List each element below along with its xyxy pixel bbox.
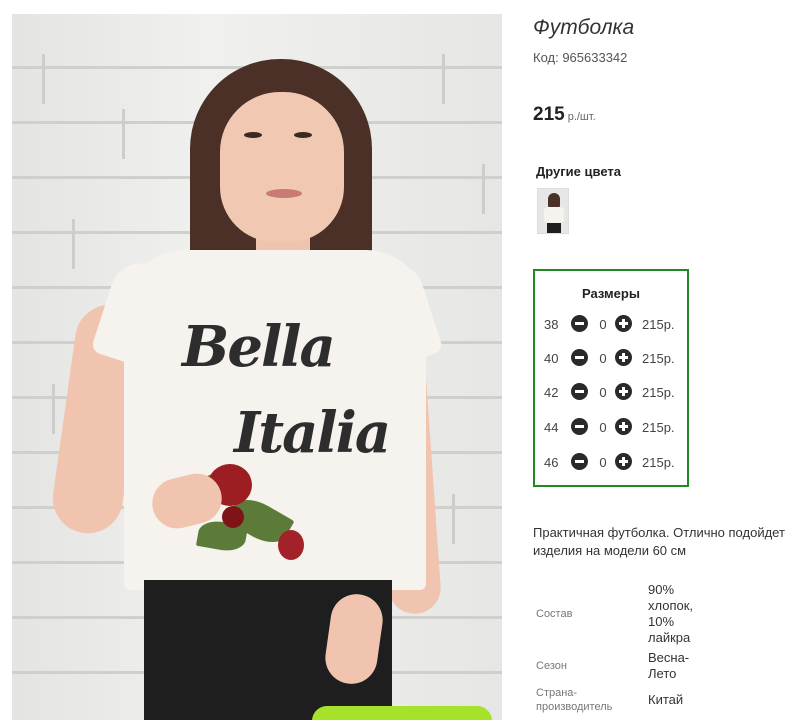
plus-circle-icon[interactable]: [615, 418, 632, 435]
minus-circle-icon[interactable]: [571, 315, 588, 332]
size-row: 42 0 215р.: [535, 382, 687, 402]
plus-circle-icon[interactable]: [615, 349, 632, 366]
quantity-value[interactable]: 0: [598, 385, 608, 400]
brick-seam: [52, 384, 55, 434]
brick-seam: [122, 109, 125, 159]
price-value: 215: [533, 104, 565, 125]
product-description: Практичная футболка. Отлично подойдет из…: [533, 524, 807, 560]
brick-seam: [442, 54, 445, 104]
size-label: 38: [544, 317, 559, 332]
size-label: 40: [544, 351, 559, 366]
description-line: Практичная футболка. Отлично подойдет: [533, 525, 785, 540]
plus-circle-icon[interactable]: [615, 383, 632, 400]
model-eye: [294, 132, 312, 138]
quantity-value[interactable]: 0: [598, 317, 608, 332]
size-label: 46: [544, 455, 559, 470]
spec-value-season: Весна-Лето: [648, 650, 690, 681]
sizes-title: Размеры: [582, 286, 640, 301]
shirt-print-text: Italia: [234, 400, 391, 466]
size-price: 215р.: [642, 455, 675, 470]
color-variant-thumbnail[interactable]: [537, 188, 569, 234]
size-price: 215р.: [642, 351, 675, 366]
plus-circle-icon[interactable]: [615, 315, 632, 332]
description-line: изделия на модели 60 см: [533, 543, 687, 558]
brick-seam: [452, 494, 455, 544]
quantity-value[interactable]: 0: [598, 351, 608, 366]
print-rose: [222, 506, 244, 528]
product-photo[interactable]: Bella Italia: [12, 14, 502, 720]
spec-label-season: Сезон: [536, 660, 567, 672]
minus-circle-icon[interactable]: [571, 418, 588, 435]
product-title: Футболка: [533, 16, 635, 39]
spec-label-composition: Состав: [536, 608, 573, 620]
size-price: 215р.: [642, 385, 675, 400]
size-row: 40 0 215р.: [535, 348, 687, 368]
size-row: 38 0 215р.: [535, 314, 687, 334]
spec-label-country: Страна-производитель: [536, 687, 613, 713]
minus-circle-icon[interactable]: [571, 349, 588, 366]
size-price: 215р.: [642, 420, 675, 435]
model-eye: [244, 132, 262, 138]
brick-seam: [72, 219, 75, 269]
print-rose: [278, 530, 304, 560]
brick-seam: [482, 164, 485, 214]
size-row: 44 0 215р.: [535, 417, 687, 437]
thumbnail-detail: [544, 207, 564, 223]
shirt-print-text: Bella: [182, 314, 336, 380]
model-face: [220, 92, 344, 242]
price-unit: р./шт.: [567, 111, 596, 123]
spec-value-country: Китай: [648, 692, 684, 707]
model-lips: [266, 189, 302, 198]
size-row: 46 0 215р.: [535, 452, 687, 472]
product-code: Код: 965633342: [533, 50, 628, 65]
brick-seam: [42, 54, 45, 104]
thumbnail-detail: [547, 223, 561, 233]
product-price: 215 р./шт.: [533, 104, 596, 126]
spec-value-composition: 90% хлопок, 10% лайкра: [648, 582, 694, 645]
minus-circle-icon[interactable]: [571, 383, 588, 400]
size-label: 42: [544, 385, 559, 400]
quantity-value[interactable]: 0: [598, 455, 608, 470]
plus-circle-icon[interactable]: [615, 453, 632, 470]
size-label: 44: [544, 420, 559, 435]
minus-circle-icon[interactable]: [571, 453, 588, 470]
sizes-panel: Размеры 38 0 215р. 40 0 215р. 42 0 215р.…: [533, 269, 689, 487]
size-price: 215р.: [642, 317, 675, 332]
add-to-cart-button[interactable]: [312, 706, 492, 720]
quantity-value[interactable]: 0: [598, 420, 608, 435]
other-colors-title: Другие цвета: [536, 164, 621, 179]
